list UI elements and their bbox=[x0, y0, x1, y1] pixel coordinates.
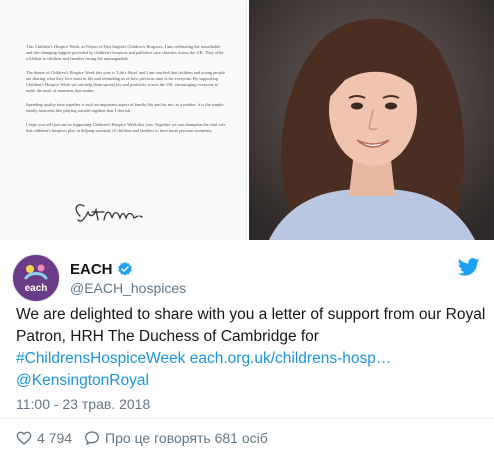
letter-image[interactable]: This Children's Hospice Week, as Patron … bbox=[0, 0, 247, 240]
conversation-label: Про це говорять 681 осіб bbox=[105, 429, 268, 446]
tweet-timestamp[interactable]: 11:00 - 23 трав. 2018 bbox=[16, 396, 150, 412]
tweet-header: each EACH @EACH_hospices bbox=[12, 254, 186, 302]
like-button[interactable]: 4 794 bbox=[16, 430, 72, 446]
display-name[interactable]: EACH bbox=[70, 261, 113, 278]
url-link[interactable]: each.org.uk/childrens-hosp… bbox=[190, 350, 392, 367]
account-handle[interactable]: @EACH_hospices bbox=[70, 280, 186, 296]
letter-paragraph: The theme of Children's Hospice Week thi… bbox=[26, 70, 225, 93]
tweet-card: This Children's Hospice Week, as Patron … bbox=[0, 0, 494, 456]
letter-paragraph: I hope you will join me in supporting Ch… bbox=[26, 122, 226, 133]
mention-link[interactable]: @KensingtonRoyal bbox=[16, 372, 149, 389]
letter-body: This Children's Hospice Week, as Patron … bbox=[26, 44, 226, 142]
twitter-bird-icon[interactable] bbox=[458, 258, 480, 276]
hashtag-link[interactable]: #ChildrensHospiceWeek bbox=[16, 350, 185, 367]
tweet-media[interactable]: This Children's Hospice Week, as Patron … bbox=[0, 0, 494, 240]
letter-paragraph: This Children's Hospice Week, as Patron … bbox=[26, 44, 224, 61]
tweet-body: We are delighted to share with you a let… bbox=[16, 306, 486, 345]
each-logo-icon: each bbox=[24, 264, 48, 294]
tweet-text: We are delighted to share with you a let… bbox=[16, 304, 486, 392]
like-count: 4 794 bbox=[37, 429, 73, 446]
tweet-footer: 4 794 Про це говорять 681 осіб bbox=[0, 418, 494, 456]
avatar-text: each bbox=[25, 283, 48, 294]
account-names: EACH @EACH_hospices bbox=[70, 261, 186, 296]
portrait-photo[interactable] bbox=[248, 0, 494, 240]
avatar[interactable]: each bbox=[12, 254, 60, 302]
signature-icon bbox=[75, 204, 143, 222]
conversation-link[interactable]: Про це говорять 681 осіб bbox=[84, 430, 268, 446]
speech-bubble-icon bbox=[85, 430, 100, 445]
verified-badge-icon bbox=[117, 262, 132, 276]
heart-icon bbox=[16, 431, 32, 445]
display-name-row: EACH bbox=[70, 261, 186, 278]
letter-paragraph: Spending quality time together is such a… bbox=[26, 102, 224, 113]
portrait-image-icon bbox=[248, 0, 494, 240]
